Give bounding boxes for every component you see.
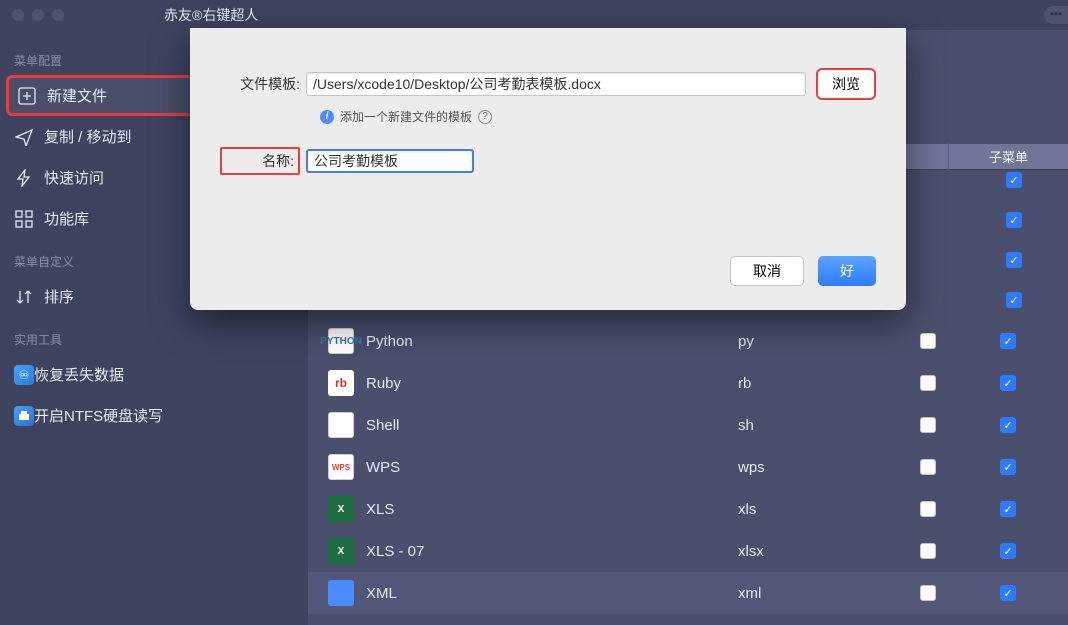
- file-row[interactable]: X XLS - 07 xlsx: [308, 530, 1068, 572]
- submenu-checkbox[interactable]: [1000, 585, 1016, 601]
- file-name: XML: [366, 585, 738, 602]
- file-type-icon: X: [328, 538, 354, 564]
- recover-icon: ♾: [14, 365, 34, 385]
- info-icon: i: [320, 110, 334, 124]
- app-title: 赤友®右键超人: [164, 5, 258, 25]
- new-template-dialog: 文件模板: 浏览 i 添加一个新建文件的模板 ? 名称: 取消 好: [190, 28, 906, 310]
- submenu-checkbox[interactable]: [1000, 459, 1016, 475]
- hint-label: 添加一个新建文件的模板: [340, 108, 472, 125]
- submenu-checkbox[interactable]: [1000, 333, 1016, 349]
- name-input[interactable]: [306, 149, 474, 173]
- file-type-icon: rb: [328, 370, 354, 396]
- file-row[interactable]: PYTHON Python py: [308, 320, 1068, 362]
- column-submenu[interactable]: 子菜单: [948, 143, 1068, 170]
- file-row[interactable]: WPS WPS wps: [308, 446, 1068, 488]
- grid-icon: [14, 209, 34, 229]
- file-row[interactable]: rb Ruby rb: [308, 362, 1068, 404]
- ntfs-icon: [14, 406, 34, 426]
- file-type-icon: [328, 412, 354, 438]
- send-icon: [14, 127, 34, 147]
- submenu-checkbox[interactable]: [1000, 375, 1016, 391]
- file-row[interactable]: XML xml: [308, 572, 1068, 614]
- sidebar-item-label: 功能库: [44, 208, 89, 229]
- help-icon[interactable]: ?: [478, 110, 492, 124]
- file-ext: xlsx: [738, 543, 888, 560]
- file-ext: xls: [738, 501, 888, 518]
- file-row[interactable]: X XLS xls: [308, 488, 1068, 530]
- file-type-icon: X: [328, 496, 354, 522]
- cancel-button[interactable]: 取消: [730, 256, 804, 286]
- zoom-light[interactable]: [52, 9, 64, 21]
- file-ext: sh: [738, 417, 888, 434]
- enable-checkbox[interactable]: [920, 585, 936, 601]
- close-light[interactable]: [12, 9, 24, 21]
- file-ext: wps: [738, 459, 888, 476]
- submenu-checkbox[interactable]: [1000, 543, 1016, 559]
- file-name: Ruby: [366, 375, 738, 392]
- enable-checkbox[interactable]: [920, 459, 936, 475]
- window-controls[interactable]: [12, 9, 64, 21]
- lightning-icon: [14, 168, 34, 188]
- file-type-icon: [328, 580, 354, 606]
- sidebar-item-label: 快速访问: [44, 167, 104, 188]
- file-row[interactable]: Shell sh: [308, 404, 1068, 446]
- browse-button[interactable]: 浏览: [816, 68, 876, 100]
- file-ext: py: [738, 333, 888, 350]
- enable-checkbox[interactable]: [920, 501, 936, 517]
- file-template-input[interactable]: [306, 72, 806, 96]
- title-right-handle[interactable]: •••: [1044, 6, 1068, 24]
- file-name: WPS: [366, 459, 738, 476]
- file-type-icon: WPS: [328, 454, 354, 480]
- file-name: XLS: [366, 501, 738, 518]
- file-type-icon: PYTHON: [328, 328, 354, 354]
- file-name: Python: [366, 333, 738, 350]
- sidebar-item-recover[interactable]: ♾ 恢复丢失数据: [0, 354, 308, 395]
- submenu-checkbox[interactable]: [1006, 212, 1022, 228]
- section-tools: 实用工具: [0, 317, 308, 354]
- file-ext: rb: [738, 375, 888, 392]
- sort-icon: [14, 287, 34, 307]
- submenu-checkbox[interactable]: [1006, 252, 1022, 268]
- file-name: Shell: [366, 417, 738, 434]
- submenu-checkbox[interactable]: [1000, 501, 1016, 517]
- enable-checkbox[interactable]: [920, 543, 936, 559]
- sidebar-item-label: 开启NTFS硬盘读写: [34, 405, 163, 426]
- submenu-checkbox[interactable]: [1006, 292, 1022, 308]
- file-ext: xml: [738, 585, 888, 602]
- sidebar-item-label: 排序: [44, 286, 74, 307]
- minimize-light[interactable]: [32, 9, 44, 21]
- sidebar-item-label: 恢复丢失数据: [34, 364, 124, 385]
- plus-square-icon: [17, 86, 37, 106]
- label-name: 名称:: [220, 147, 300, 175]
- submenu-checkbox[interactable]: [1006, 172, 1022, 188]
- sidebar-item-label: 复制 / 移动到: [44, 126, 132, 147]
- ok-button[interactable]: 好: [818, 256, 876, 286]
- enable-checkbox[interactable]: [920, 375, 936, 391]
- enable-checkbox[interactable]: [920, 417, 936, 433]
- submenu-checkbox[interactable]: [1000, 417, 1016, 433]
- enable-checkbox[interactable]: [920, 333, 936, 349]
- file-name: XLS - 07: [366, 543, 738, 560]
- sidebar-item-ntfs[interactable]: 开启NTFS硬盘读写: [0, 395, 308, 436]
- label-file-template: 文件模板:: [220, 74, 300, 94]
- sidebar-item-label: 新建文件: [47, 85, 107, 106]
- hint-text: i 添加一个新建文件的模板 ?: [320, 108, 876, 125]
